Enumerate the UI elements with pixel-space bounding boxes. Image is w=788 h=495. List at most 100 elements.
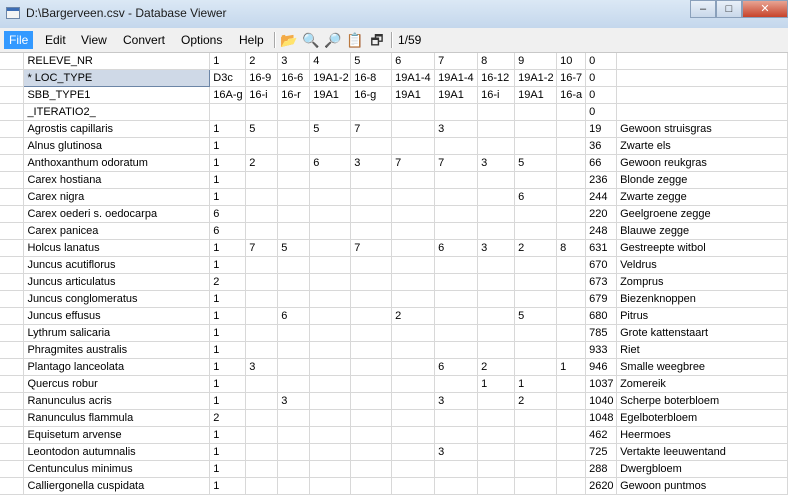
table-cell[interactable] — [245, 443, 279, 461]
table-cell[interactable] — [245, 205, 279, 223]
table-cell[interactable] — [514, 341, 558, 359]
table-cell[interactable] — [556, 409, 587, 427]
table-cell[interactable]: Zwarte zegge — [616, 188, 788, 206]
table-cell[interactable] — [245, 409, 279, 427]
table-cell[interactable] — [556, 120, 587, 138]
table-cell[interactable]: Zomereik — [616, 375, 788, 393]
table-cell[interactable] — [391, 341, 436, 359]
table-cell[interactable]: 16-i — [477, 86, 516, 104]
table-cell[interactable]: 6 — [209, 222, 247, 240]
table-cell[interactable]: 3 — [434, 120, 479, 138]
table-cell[interactable] — [556, 341, 587, 359]
table-cell[interactable] — [309, 137, 352, 155]
row-label[interactable]: SBB_TYPE1 — [23, 86, 211, 104]
row-label[interactable]: _ITERATIO2_ — [23, 103, 211, 121]
table-cell[interactable]: 1 — [209, 154, 247, 172]
table-cell[interactable] — [434, 256, 479, 274]
row-label[interactable]: Alnus glutinosa — [23, 137, 211, 155]
column-header-label[interactable]: RELEVE_NR — [23, 53, 211, 70]
table-cell[interactable] — [477, 392, 516, 410]
table-cell[interactable] — [350, 137, 393, 155]
table-cell[interactable] — [277, 409, 311, 427]
table-cell[interactable] — [277, 290, 311, 308]
table-cell[interactable]: 2 — [391, 307, 436, 325]
table-row[interactable]: Carex hostiana 1 236 Blonde zegge — [0, 171, 788, 189]
table-cell[interactable]: 631 — [585, 239, 618, 257]
table-cell[interactable] — [309, 409, 352, 427]
column-header[interactable]: 0 — [585, 53, 618, 70]
table-cell[interactable]: 1040 — [585, 392, 618, 410]
table-row[interactable]: * LOC_TYPE D3c 16-9 16-6 19A1-2 16-8 19A1-4 19A… — [0, 69, 788, 87]
table-cell[interactable] — [391, 120, 436, 138]
table-cell[interactable] — [350, 324, 393, 342]
table-cell[interactable]: 3 — [434, 392, 479, 410]
table-cell[interactable]: Smalle weegbree — [616, 358, 788, 376]
table-cell[interactable] — [350, 205, 393, 223]
table-cell[interactable]: 6 — [209, 205, 247, 223]
table-cell[interactable]: 1 — [209, 443, 247, 461]
table-cell[interactable] — [277, 273, 311, 291]
table-cell[interactable]: 7 — [434, 154, 479, 172]
table-cell[interactable]: 19A1-2 — [514, 69, 558, 87]
table-cell[interactable] — [514, 171, 558, 189]
table-cell[interactable]: Blonde zegge — [616, 171, 788, 189]
table-cell[interactable]: 19A1 — [434, 86, 479, 104]
table-cell[interactable] — [616, 69, 788, 87]
table-cell[interactable]: 462 — [585, 426, 618, 444]
table-cell[interactable]: 3 — [477, 154, 516, 172]
table-cell[interactable]: 19A1-4 — [391, 69, 436, 87]
table-cell[interactable] — [434, 205, 479, 223]
table-cell[interactable] — [245, 273, 279, 291]
table-cell[interactable]: 19A1-2 — [309, 69, 352, 87]
table-cell[interactable] — [245, 460, 279, 478]
open-folder-icon[interactable]: 📂 — [280, 31, 298, 49]
table-cell[interactable] — [434, 290, 479, 308]
table-cell[interactable]: 673 — [585, 273, 618, 291]
table-cell[interactable] — [309, 290, 352, 308]
table-cell[interactable]: 2 — [245, 154, 279, 172]
table-cell[interactable] — [309, 273, 352, 291]
row-label[interactable]: Carex oederi s. oedocarpa — [23, 205, 211, 223]
table-cell[interactable]: 1 — [209, 341, 247, 359]
table-cell[interactable]: 8 — [556, 239, 587, 257]
table-cell[interactable] — [514, 256, 558, 274]
table-cell[interactable] — [391, 477, 436, 495]
table-cell[interactable] — [350, 375, 393, 393]
table-cell[interactable] — [350, 290, 393, 308]
table-cell[interactable]: 6 — [434, 239, 479, 257]
column-header[interactable]: 5 — [350, 53, 393, 70]
table-cell[interactable]: 19A1 — [391, 86, 436, 104]
table-row[interactable]: Carex nigra 1 6 244 Zwarte zegge — [0, 188, 788, 206]
table-cell[interactable]: 19A1 — [309, 86, 352, 104]
table-cell[interactable]: 288 — [585, 460, 618, 478]
table-cell[interactable] — [556, 222, 587, 240]
table-cell[interactable] — [391, 375, 436, 393]
row-label[interactable]: * LOC_TYPE — [23, 69, 211, 87]
table-cell[interactable] — [309, 239, 352, 257]
table-cell[interactable] — [514, 358, 558, 376]
table-cell[interactable] — [434, 307, 479, 325]
table-cell[interactable]: 19A1-4 — [434, 69, 479, 87]
table-cell[interactable] — [277, 256, 311, 274]
row-label[interactable]: Anthoxanthum odoratum — [23, 154, 211, 172]
table-cell[interactable]: 7 — [245, 239, 279, 257]
table-cell[interactable]: 16-8 — [350, 69, 393, 87]
table-cell[interactable] — [350, 103, 393, 121]
minimize-button[interactable]: – — [690, 0, 716, 18]
table-cell[interactable]: Grote kattenstaart — [616, 324, 788, 342]
find-replace-icon[interactable]: 🔎 — [324, 31, 342, 49]
table-cell[interactable]: 248 — [585, 222, 618, 240]
table-cell[interactable] — [277, 358, 311, 376]
table-cell[interactable]: 1 — [209, 171, 247, 189]
table-cell[interactable] — [391, 409, 436, 427]
row-label[interactable]: Holcus lanatus — [23, 239, 211, 257]
table-cell[interactable] — [391, 256, 436, 274]
table-cell[interactable] — [245, 137, 279, 155]
close-button[interactable]: ✕ — [742, 0, 788, 18]
row-label[interactable]: Ranunculus acris — [23, 392, 211, 410]
table-cell[interactable] — [477, 477, 516, 495]
table-cell[interactable]: Zomprus — [616, 273, 788, 291]
table-cell[interactable] — [391, 460, 436, 478]
table-cell[interactable] — [391, 188, 436, 206]
column-header[interactable]: 2 — [245, 53, 279, 70]
